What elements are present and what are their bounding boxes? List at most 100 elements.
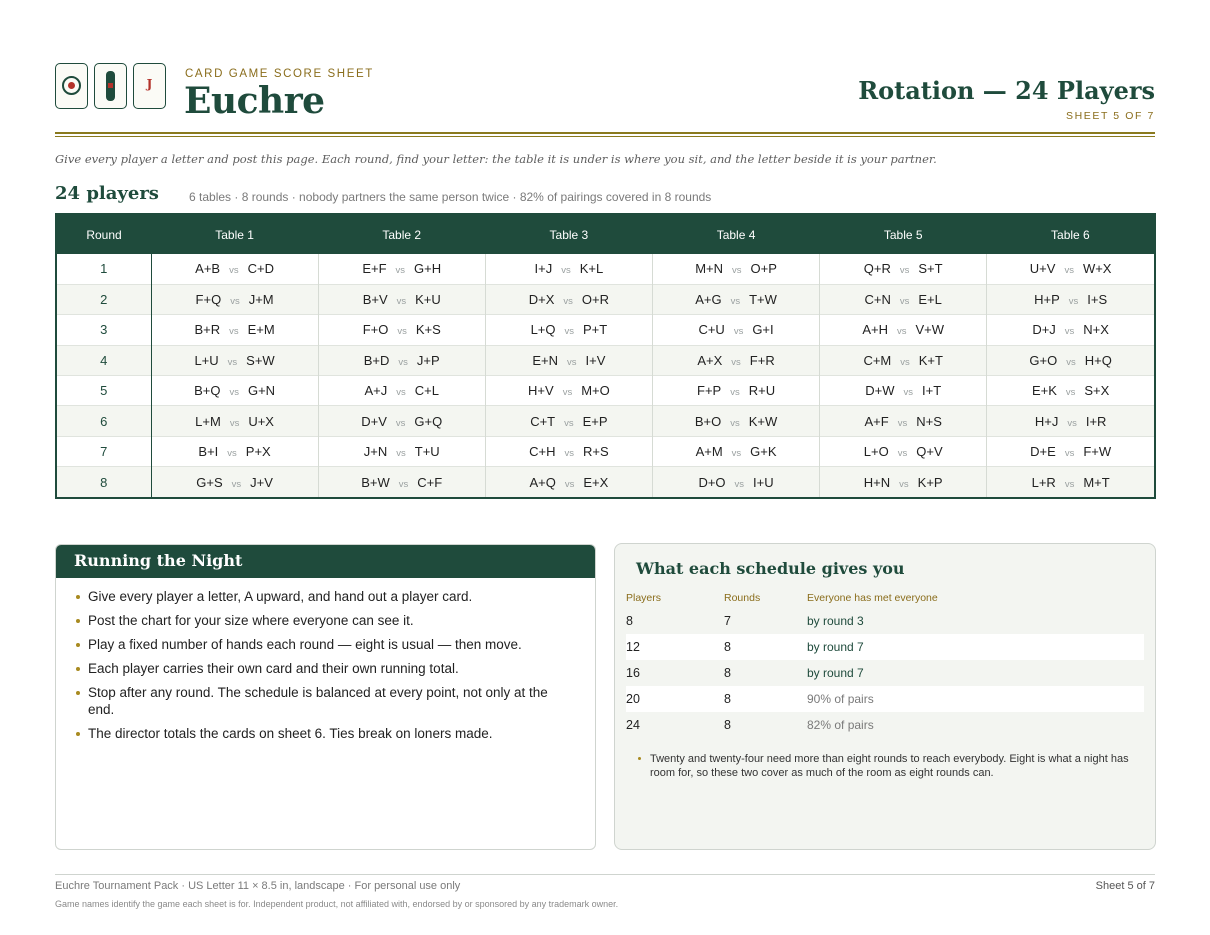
table-matchup: C+H vs R+S — [484, 435, 653, 467]
section-title: 24 players — [55, 183, 159, 204]
running-the-night-panel: Running the Night Give every player a le… — [55, 544, 596, 850]
sheet-number: SHEET 5 OF 7 — [1065, 110, 1155, 122]
rotation-row: 5 B+Q vs G+N A+J vs C+L H+V vs M+O F+P vs R+U D+W vs I+… — [57, 375, 1154, 406]
round-number: 8 — [57, 466, 152, 498]
vs-label: vs — [396, 296, 407, 308]
table-matchup: L+Q vs P+T — [484, 314, 653, 346]
team-pair: N+S — [916, 413, 942, 429]
table-matchup: F+P vs R+U — [651, 375, 820, 406]
team-pair: D+J — [1032, 322, 1056, 338]
team-pair: G+H — [414, 261, 442, 277]
header-rule-thin — [55, 136, 1155, 137]
team-pair: L+Q — [530, 322, 556, 338]
team-pair: A+G — [695, 292, 722, 308]
table-matchup: G+O vs H+Q — [986, 344, 1154, 376]
table-matchup: E+N vs I+V — [484, 344, 653, 376]
schedule-panel: What each schedule gives you Players Roun… — [614, 543, 1156, 850]
coverage-value: 90% of pairs — [807, 686, 1144, 712]
rounds-count: 8 — [724, 718, 731, 732]
players-count: 24 — [626, 718, 640, 732]
table-matchup: A+X vs F+R — [651, 344, 820, 376]
table-matchup: H+J vs I+R — [986, 405, 1154, 437]
vs-label: vs — [396, 387, 406, 399]
team-pair: S+W — [246, 352, 275, 368]
team-pair: A+H — [862, 322, 888, 338]
team-pair: A+J — [364, 383, 388, 399]
team-pair: H+V — [528, 383, 554, 399]
game-title: Euchre — [184, 80, 325, 122]
vs-label: vs — [1064, 448, 1075, 460]
team-pair: B+O — [694, 413, 722, 429]
team-pair: G+Q — [414, 413, 443, 429]
rounds-count: 8 — [724, 634, 807, 660]
team-pair: C+L — [414, 383, 439, 399]
running-item: Each player carries their own card and t… — [74, 660, 575, 677]
table-matchup: E+K vs S+X — [986, 375, 1154, 406]
table-matchup: B+W vs C+F — [317, 466, 486, 498]
rotation-row: 2 F+Q vs J+M B+V vs K+U D+X vs O+R A+G vs T+W C+N vs E+… — [57, 283, 1154, 315]
team-pair: D+E — [1030, 444, 1056, 460]
vs-label: vs — [229, 387, 239, 399]
vs-label: vs — [1065, 387, 1076, 399]
team-pair: F+R — [749, 352, 775, 368]
players-count: 12 — [626, 634, 724, 660]
table-matchup: I+J vs K+L — [484, 254, 653, 285]
team-pair: K+T — [918, 352, 943, 368]
team-pair: Q+V — [916, 444, 943, 460]
team-pair: M+T — [1083, 474, 1110, 490]
coverage-value: by round 7 — [807, 634, 1144, 660]
vs-label: vs — [731, 448, 742, 460]
table-matchup: B+R vs E+M — [151, 314, 319, 346]
team-pair: I+U — [753, 474, 774, 490]
table-matchup: U+V vs W+X — [986, 254, 1154, 285]
table-matchup: A+G vs T+W — [651, 283, 820, 315]
team-pair: M+O — [581, 383, 610, 399]
team-pair: L+M — [195, 413, 221, 429]
table-matchup: A+B vs C+D — [151, 254, 318, 284]
team-pair: D+X — [528, 292, 555, 308]
rotation-row: 8 G+S vs J+V B+W vs C+F A+Q vs E+X D+O vs I+U H+N vs K+… — [57, 466, 1154, 498]
table-matchup: A+M vs G+K — [651, 435, 820, 467]
table-matchup: D+W vs I+T — [819, 375, 987, 406]
team-pair: T+U — [414, 444, 440, 460]
vs-label: vs — [564, 478, 575, 490]
vs-label: vs — [564, 417, 574, 429]
vs-label: vs — [395, 417, 406, 429]
rotation-row: 1 A+B vs C+D E+F vs G+H I+J vs K+L M+N vs O+P Q+R vs S+… — [57, 254, 1154, 285]
team-pair: F+O — [362, 322, 389, 338]
team-pair: K+L — [579, 261, 604, 277]
table-matchup: C+U vs G+I — [651, 314, 820, 346]
team-pair: P+X — [245, 444, 271, 460]
bar-card-icon — [94, 63, 127, 109]
team-pair: B+Q — [194, 383, 221, 399]
rotation-row: 3 B+R vs E+M F+O vs K+S L+Q vs P+T C+U vs G+I A+H vs V+… — [57, 314, 1154, 346]
team-pair: B+I — [198, 444, 219, 460]
rounds-count: 7 — [724, 614, 731, 628]
team-pair: I+V — [585, 352, 606, 368]
vs-label: vs — [734, 478, 745, 490]
team-pair: K+P — [917, 474, 943, 490]
team-pair: G+K — [750, 444, 777, 460]
table-matchup: B+O vs K+W — [651, 405, 820, 437]
table-matchup: C+T vs E+P — [484, 405, 653, 437]
team-pair: K+U — [415, 292, 441, 308]
schedule-title: What each schedule gives you — [636, 559, 905, 578]
card-icons: J — [55, 63, 166, 109]
running-item: Play a fixed number of hands each round … — [74, 636, 575, 653]
schedule-header: Everyone has met everyone — [807, 592, 938, 604]
round-number: 7 — [57, 435, 152, 467]
team-pair: H+J — [1034, 413, 1059, 429]
team-pair: U+V — [1029, 261, 1056, 277]
vs-label: vs — [730, 296, 741, 308]
vs-label: vs — [398, 478, 409, 490]
rounds-count: 8 — [724, 686, 807, 712]
team-pair: C+T — [530, 413, 556, 429]
team-pair: G+O — [1029, 352, 1058, 368]
team-pair: L+R — [1031, 474, 1056, 490]
schedule-header: Rounds — [724, 592, 761, 604]
team-pair: F+P — [697, 383, 722, 399]
schedule-header: Players — [626, 592, 662, 604]
round-number: 2 — [57, 283, 152, 315]
vs-label: vs — [1066, 356, 1076, 368]
table-matchup: M+N vs O+P — [651, 254, 820, 285]
